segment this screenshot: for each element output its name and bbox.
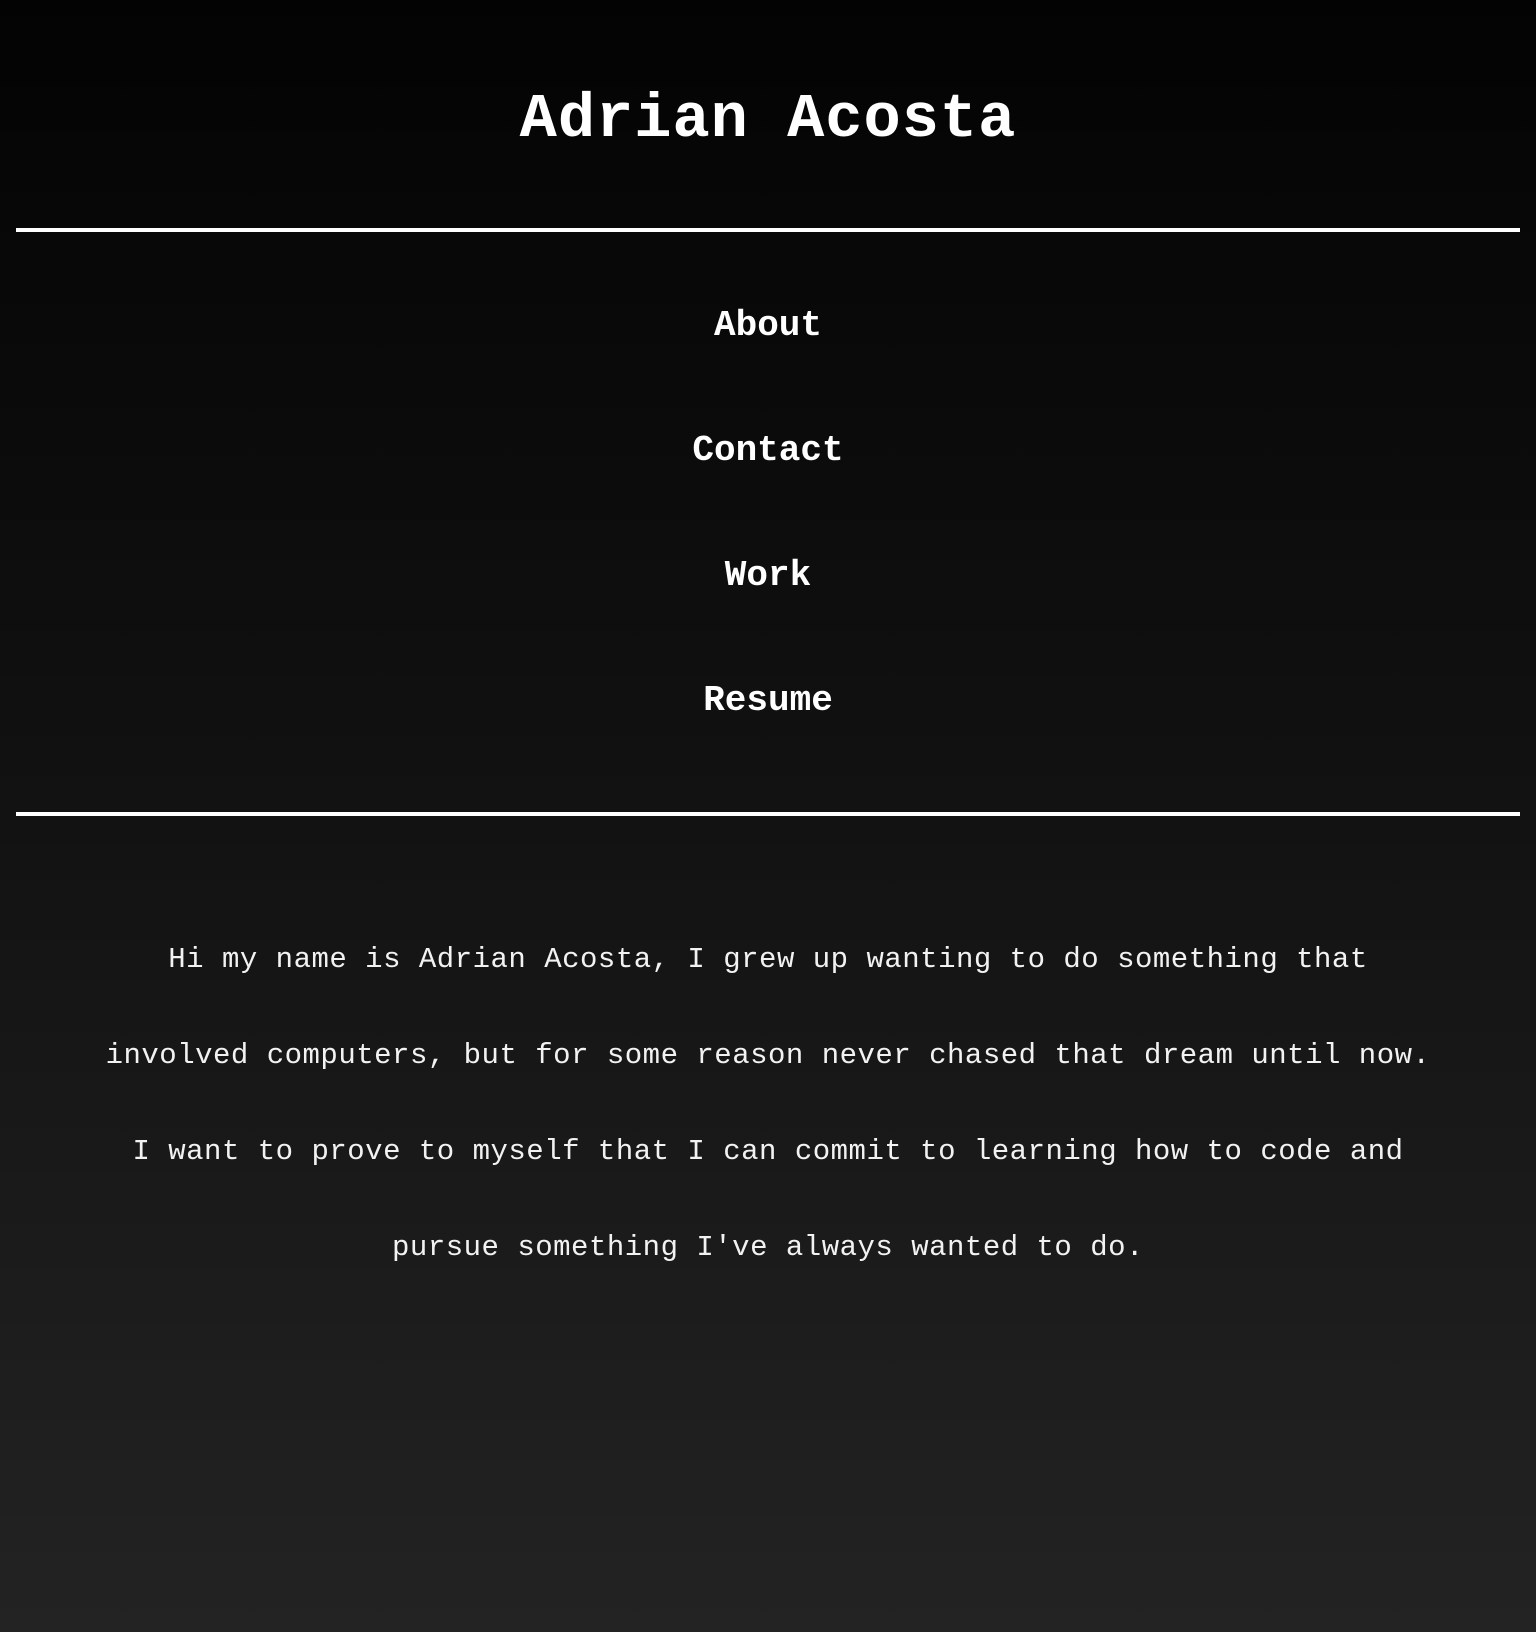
nav-link-contact[interactable]: Contact <box>692 429 843 473</box>
nav-link-resume[interactable]: Resume <box>703 679 833 723</box>
nav-list: About Contact Work Resume <box>0 304 1536 804</box>
main-nav: About Contact Work Resume <box>0 232 1536 812</box>
nav-item-resume: Resume <box>0 679 1536 804</box>
nav-item-work: Work <box>0 554 1536 679</box>
nav-item-contact: Contact <box>0 429 1536 554</box>
nav-item-about: About <box>0 304 1536 429</box>
site-title: Adrian Acosta <box>519 84 1017 155</box>
site-header: Adrian Acosta <box>0 0 1536 228</box>
nav-link-work[interactable]: Work <box>725 554 811 598</box>
about-section: Hi my name is Adrian Acosta, I grew up w… <box>0 816 1536 1296</box>
about-text: Hi my name is Adrian Acosta, I grew up w… <box>105 943 1431 1264</box>
nav-link-about[interactable]: About <box>714 304 822 348</box>
